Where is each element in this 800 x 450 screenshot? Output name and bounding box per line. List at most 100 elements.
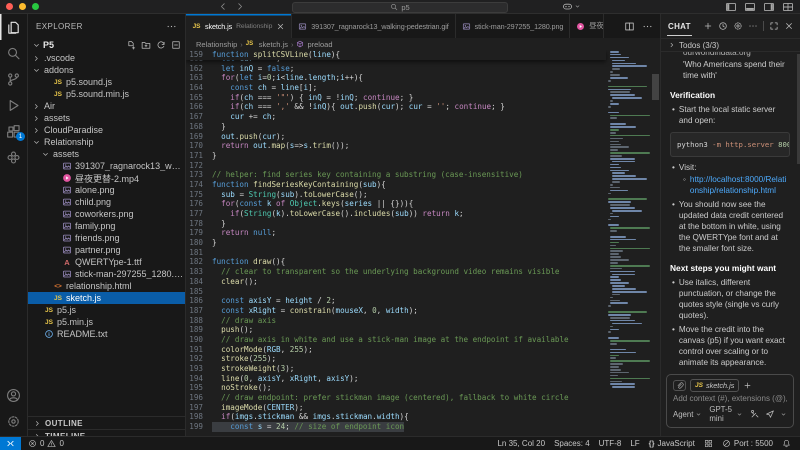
code-line-190[interactable]: 190 // draw axis in white and use a stic… bbox=[186, 335, 606, 345]
code-line-159[interactable]: 159function splitCSVLine(line){ bbox=[186, 50, 606, 60]
code-line-163[interactable]: 163 for(let i=0;i<line.length;i++){ bbox=[186, 73, 606, 83]
back-icon[interactable] bbox=[218, 1, 228, 12]
tree-item[interactable]: coworkers.png bbox=[28, 208, 185, 220]
tree-item[interactable]: JSsketch.js bbox=[28, 292, 185, 304]
collapse-folders-icon[interactable] bbox=[171, 40, 181, 50]
code-line-196[interactable]: 196 // draw endpoint: prefer stickman im… bbox=[186, 393, 606, 403]
tree-item[interactable]: partner.png bbox=[28, 244, 185, 256]
configure-tools-icon[interactable] bbox=[750, 409, 760, 419]
tab-391307_ragnarock13_walking-pedestrian.gif[interactable]: 391307_ragnarock13_walking-pedestrian.gi… bbox=[292, 14, 455, 38]
breadcrumb-file[interactable]: sketch.js bbox=[259, 40, 288, 49]
code-line-167[interactable]: 167 cur += ch; bbox=[186, 112, 606, 122]
code-line-178[interactable]: 178 } bbox=[186, 219, 606, 229]
tree-item[interactable]: assets bbox=[28, 112, 185, 124]
activity-search[interactable] bbox=[0, 40, 27, 66]
activity-extensions[interactable]: 1 bbox=[0, 118, 27, 144]
code-line-181[interactable]: 181 bbox=[186, 248, 606, 258]
status-javascript[interactable]: {}JavaScript bbox=[649, 439, 695, 448]
forward-icon[interactable] bbox=[235, 1, 245, 12]
copilot-menu[interactable] bbox=[562, 1, 581, 12]
code-line-172[interactable]: 172 bbox=[186, 161, 606, 171]
tree-item[interactable]: README.txt bbox=[28, 328, 185, 340]
add-context-icon[interactable] bbox=[743, 381, 752, 390]
code-line-170[interactable]: 170 return out.map(s=>s.trim()); bbox=[186, 141, 606, 151]
toggle-panel-icon[interactable] bbox=[744, 1, 756, 13]
chat-more-icon[interactable] bbox=[748, 21, 758, 31]
new-chat-icon[interactable] bbox=[703, 21, 713, 31]
new-file-icon[interactable] bbox=[126, 40, 136, 50]
code-line-168[interactable]: 168 } bbox=[186, 122, 606, 132]
chat-input-box[interactable]: JS sketch.js Add context (#), extensions… bbox=[666, 374, 794, 428]
close-icon[interactable] bbox=[276, 22, 285, 31]
tree-item[interactable]: assets bbox=[28, 148, 185, 160]
tree-item[interactable]: JSp5.js bbox=[28, 304, 185, 316]
tab-sketch.js[interactable]: JSsketch.jsRelationship bbox=[186, 14, 292, 38]
todos-collapsible[interactable]: Todos (3/3) bbox=[661, 38, 800, 52]
customize-layout-icon[interactable] bbox=[782, 1, 794, 13]
status-spaces-4[interactable]: Spaces: 4 bbox=[554, 439, 590, 448]
code-line-162[interactable]: 162 let inQ = false; bbox=[186, 64, 606, 74]
tree-item[interactable]: 昼夜更替-2.mp4 bbox=[28, 172, 185, 184]
status-utf-8[interactable]: UTF-8 bbox=[599, 439, 622, 448]
code-line-185[interactable]: 185 bbox=[186, 287, 606, 297]
code-line-198[interactable]: 198 if(imgs.stickman && imgs.stickman.wi… bbox=[186, 412, 606, 422]
sticky-scroll-line[interactable]: 159function splitCSVLine(line){ bbox=[186, 50, 606, 60]
code-line-180[interactable]: 180} bbox=[186, 238, 606, 248]
editor-more-icon[interactable] bbox=[642, 21, 653, 32]
send-icon[interactable] bbox=[765, 409, 775, 419]
code-line-188[interactable]: 188 // draw axis bbox=[186, 316, 606, 326]
problems-status[interactable]: 0 0 bbox=[28, 439, 64, 448]
status-grid[interactable] bbox=[704, 439, 713, 448]
tree-item[interactable]: JSp5.sound.js bbox=[28, 76, 185, 88]
code-line-189[interactable]: 189 push(); bbox=[186, 325, 606, 335]
code-line-171[interactable]: 171} bbox=[186, 151, 606, 161]
tree-item[interactable]: stick-man-297255_1280.png bbox=[28, 268, 185, 280]
activity-source-control[interactable] bbox=[0, 66, 27, 92]
tree-item[interactable]: Air bbox=[28, 100, 185, 112]
code-line-177[interactable]: 177 if(String(k).toLowerCase().includes(… bbox=[186, 209, 606, 219]
code-line-192[interactable]: 192 stroke(255); bbox=[186, 354, 606, 364]
scrollbar-thumb[interactable] bbox=[652, 74, 659, 100]
code-line-184[interactable]: 184 clear(); bbox=[186, 277, 606, 287]
code-line-169[interactable]: 169 out.push(cur); bbox=[186, 132, 606, 142]
new-folder-icon[interactable] bbox=[141, 40, 151, 50]
code-line-193[interactable]: 193 strokeWeight(3); bbox=[186, 364, 606, 374]
minimap[interactable] bbox=[608, 51, 650, 436]
chevron-down-icon[interactable] bbox=[780, 411, 787, 418]
localhost-link[interactable]: http://localhost:8000/Relationship/relat… bbox=[690, 174, 790, 196]
code-line-165[interactable]: 165 if(ch === '"') { inQ = !inQ; continu… bbox=[186, 93, 606, 103]
code-line-186[interactable]: 186 const axisY = height / 2; bbox=[186, 296, 606, 306]
code-line-187[interactable]: 187 const xRight = constrain(mouseX, 0, … bbox=[186, 306, 606, 316]
explorer-more-icon[interactable] bbox=[166, 21, 177, 32]
code-line-197[interactable]: 197 imageMode(CENTER); bbox=[186, 403, 606, 413]
breadcrumb-symbol[interactable]: preload bbox=[307, 40, 332, 49]
tree-item[interactable]: AQWERTYpe-1.ttf bbox=[28, 256, 185, 268]
tree-item[interactable]: Relationship bbox=[28, 136, 185, 148]
tree-item[interactable]: alone.png bbox=[28, 184, 185, 196]
tree-item[interactable]: JSp5.sound.min.js bbox=[28, 88, 185, 100]
refresh-explorer-icon[interactable] bbox=[156, 40, 166, 50]
activity-flower-extension[interactable] bbox=[0, 144, 27, 170]
tree-item[interactable]: friends.png bbox=[28, 232, 185, 244]
code-line-166[interactable]: 166 if(ch === ',' && !inQ){ out.push(cur… bbox=[186, 102, 606, 112]
chat-close-icon[interactable] bbox=[784, 21, 794, 31]
toggle-secondary-sidebar-icon[interactable] bbox=[763, 1, 775, 13]
agent-mode-selector[interactable]: Agent bbox=[673, 410, 702, 419]
model-selector[interactable]: GPT-5 mini bbox=[709, 405, 743, 423]
code-line-191[interactable]: 191 colorMode(RGB, 255); bbox=[186, 345, 606, 355]
code-line-194[interactable]: 194 line(0, axisY, xRight, axisY); bbox=[186, 374, 606, 384]
code-line-175[interactable]: 175 sub = String(sub).toLowerCase(); bbox=[186, 190, 606, 200]
remote-indicator[interactable] bbox=[0, 437, 21, 450]
window-close-button[interactable] bbox=[6, 3, 13, 10]
code-line-182[interactable]: 182function draw(){ bbox=[186, 257, 606, 267]
status-lf[interactable]: LF bbox=[630, 439, 639, 448]
attach-context-button[interactable] bbox=[673, 380, 686, 391]
tree-item[interactable]: JSp5.min.js bbox=[28, 316, 185, 328]
chat-history-icon[interactable] bbox=[718, 21, 728, 31]
chat-settings-icon[interactable] bbox=[733, 21, 743, 31]
code-line-183[interactable]: 183 // clear to transparent so the under… bbox=[186, 267, 606, 277]
outline-section[interactable]: OUTLINE bbox=[28, 416, 186, 429]
breadcrumb-folder[interactable]: Relationship bbox=[196, 40, 237, 49]
timeline-section[interactable]: TIMELINE bbox=[28, 429, 186, 436]
gear-icon[interactable] bbox=[0, 408, 27, 434]
